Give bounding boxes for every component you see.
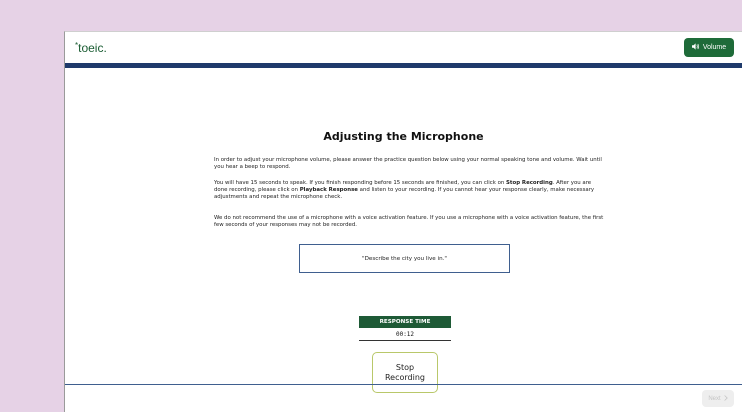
volume-label: Volume [702,44,727,51]
response-time-value: 00:12 [359,328,451,341]
test-window: *toeic. Volume Adjusting the Microphone … [64,31,742,412]
speaker-icon [691,43,700,52]
practice-question-box: "Describe the city you live in." [299,244,510,273]
logo-dot: . [103,41,107,55]
p2-stop-recording-emphasis: Stop Recording [506,180,553,186]
footer-divider [65,384,742,385]
toeic-logo: *toeic. [75,41,107,55]
response-time-label: RESPONSE TIME [359,316,451,328]
instructions-paragraph-3: We do not recommend the use of a microph… [214,215,604,229]
p2-playback-response-emphasis: Playback Response [299,187,358,194]
instructions-paragraph-2: You will have 15 seconds to speak. If yo… [214,180,604,202]
practice-question-text: "Describe the city you live in." [362,255,447,262]
chevron-right-icon [723,394,728,403]
logo-text: toeic [78,41,104,55]
p2-text-a: You will have 15 seconds to speak. If yo… [214,180,507,186]
next-button[interactable]: Next [702,390,734,407]
page-title: Adjusting the Microphone [323,130,484,143]
next-label: Next [708,395,721,402]
stop-recording-button[interactable]: Stop Recording [372,352,438,393]
header: *toeic. Volume [65,32,742,63]
instructions-paragraph-1: In order to adjust your microphone volum… [214,157,602,171]
volume-button[interactable]: Volume [684,38,734,57]
main-content: Adjusting the Microphone In order to adj… [65,68,742,393]
